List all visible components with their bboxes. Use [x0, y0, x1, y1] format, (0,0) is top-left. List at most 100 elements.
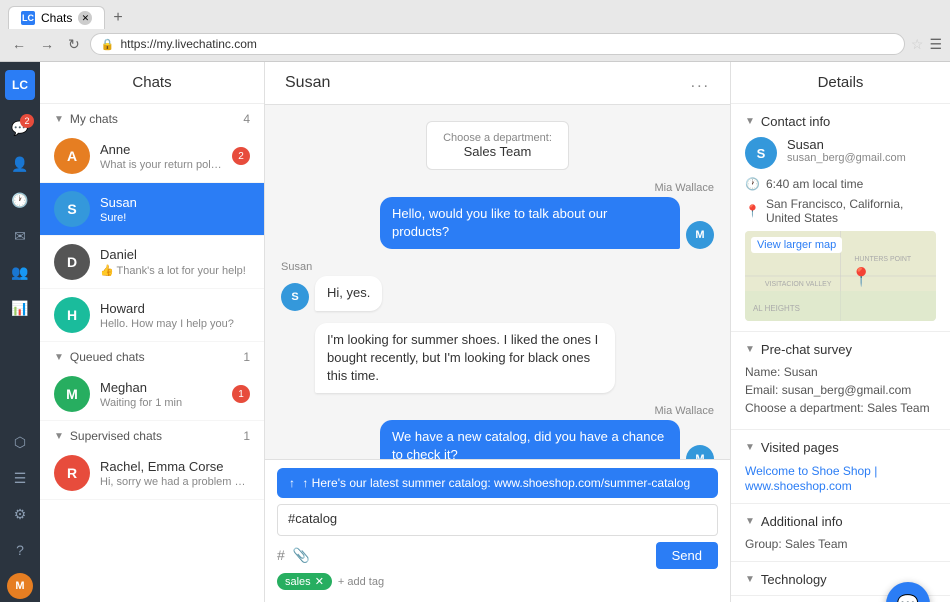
- back-button[interactable]: ←: [8, 34, 30, 54]
- url-text: https://my.livechatinc.com: [120, 37, 257, 51]
- additional-info-title: Additional info: [761, 514, 843, 529]
- msg-bubble-wrap-3: I'm looking for summer shoes. I liked th…: [281, 323, 615, 394]
- details-panel: Details ▼ Contact info S Susan susan_ber…: [730, 62, 950, 602]
- contact-info-section: ▼ Contact info S Susan susan_berg@gmail.…: [731, 104, 950, 332]
- supervised-chats-chevron: ▼: [54, 431, 64, 442]
- supervised-chats-count: 1: [243, 429, 250, 443]
- chat-preview-susan: Sure!: [100, 212, 250, 224]
- message-3: I'm looking for summer shoes. I liked th…: [281, 323, 714, 394]
- contact-name-email: Susan susan_berg@gmail.com: [787, 137, 906, 164]
- bookmark-button[interactable]: ☆: [911, 36, 924, 53]
- sidebar-icon-messages[interactable]: ✉: [4, 220, 36, 252]
- tag-label: sales: [285, 576, 311, 588]
- chat-info-daniel: Daniel 👍 Thank's a lot for your help!: [100, 247, 250, 277]
- url-bar[interactable]: 🔒 https://my.livechatinc.com: [90, 33, 905, 55]
- my-chats-label: My chats: [70, 112, 118, 126]
- sidebar-icon-contacts[interactable]: 👤: [4, 148, 36, 180]
- chat-item-meghan[interactable]: M Meghan Waiting for 1 min 1: [40, 368, 264, 421]
- chat-name-susan: Susan: [100, 195, 250, 210]
- contact-info-header[interactable]: ▼ Contact info: [731, 104, 950, 137]
- sidebar-icon-settings[interactable]: ⚙: [4, 498, 36, 530]
- presurvey-email-val: susan_berg@gmail.com: [782, 383, 912, 397]
- map-pin-icon: 📍: [850, 267, 872, 288]
- refresh-button[interactable]: ↻: [64, 34, 84, 55]
- sidebar-icon-visitors[interactable]: 👥: [4, 256, 36, 288]
- department-box: Choose a department: Sales Team: [426, 121, 569, 170]
- sidebar-icon-history[interactable]: 🕐: [4, 184, 36, 216]
- chat-item-daniel[interactable]: D Daniel 👍 Thank's a lot for your help!: [40, 236, 264, 289]
- presurvey-name-val: Susan: [784, 365, 818, 379]
- chat-item-susan[interactable]: S Susan Sure!: [40, 183, 264, 236]
- chat-input-field[interactable]: #catalog: [277, 504, 718, 536]
- app-logo: LC: [5, 70, 35, 100]
- chat-header-name: Susan: [285, 74, 330, 92]
- chat-messages: Choose a department: Sales Team Mia Wall…: [265, 105, 730, 459]
- dept-label: Choose a department:: [443, 132, 552, 144]
- pre-chat-survey-content: Name: Susan Email: susan_berg@gmail.com …: [731, 365, 950, 429]
- input-icons: # 📎: [277, 547, 310, 564]
- msg-bubble-4: We have a new catalog, did you have a ch…: [380, 420, 680, 459]
- chat-list-header: Chats: [40, 62, 264, 104]
- new-tab-button[interactable]: +: [109, 9, 126, 27]
- avatar-rachel: R: [54, 455, 90, 491]
- sidebar-icon-avatar[interactable]: M: [4, 570, 36, 602]
- contact-time-row: 🕐 6:40 am local time: [745, 177, 936, 191]
- sidebar-icon-chats[interactable]: 💬 2: [4, 112, 36, 144]
- tab-bar: LC Chats ✕ +: [0, 0, 950, 29]
- queued-chats-chevron: ▼: [54, 352, 64, 363]
- contact-email: susan_berg@gmail.com: [787, 152, 906, 164]
- chat-item-rachel[interactable]: R Rachel, Emma Corse Hi, sorry we had a …: [40, 447, 264, 500]
- msg-avatar-1: M: [686, 221, 714, 249]
- sidebar-icon-menu[interactable]: ☰: [4, 462, 36, 494]
- contact-info-chevron: ▼: [745, 116, 755, 127]
- presurvey-dept-val: Sales Team: [867, 401, 929, 415]
- browser-menu-button[interactable]: ☰: [929, 36, 942, 53]
- chat-preview-rachel: Hi, sorry we had a problem with the ...: [100, 476, 250, 488]
- queued-chats-label-row: ▼ Queued chats: [54, 350, 145, 364]
- chat-info-howard: Howard Hello. How may I help you?: [100, 301, 250, 330]
- browser-tab[interactable]: LC Chats ✕: [8, 6, 105, 29]
- svg-text:VISITACION VALLEY: VISITACION VALLEY: [765, 281, 832, 288]
- tab-close-button[interactable]: ✕: [78, 11, 92, 25]
- chat-item-howard[interactable]: H Howard Hello. How may I help you?: [40, 289, 264, 342]
- visited-page-link[interactable]: Welcome to Shoe Shop | www.shoeshop.com: [745, 464, 877, 493]
- contact-location-row: 📍 San Francisco, California, United Stat…: [745, 197, 936, 225]
- tag-close-button[interactable]: ✕: [315, 575, 324, 588]
- additional-info-header[interactable]: ▼ Additional info: [731, 504, 950, 537]
- contact-name: Susan: [787, 137, 906, 152]
- chat-header-more-button[interactable]: ...: [691, 74, 710, 92]
- additional-group-val: Sales Team: [785, 537, 847, 551]
- svg-text:HUNTERS POINT: HUNTERS POINT: [854, 256, 912, 263]
- chat-name-daniel: Daniel: [100, 247, 250, 262]
- pre-chat-survey-header[interactable]: ▼ Pre-chat survey: [731, 332, 950, 365]
- sidebar-icon-reports[interactable]: 📊: [4, 292, 36, 324]
- details-header: Details: [731, 62, 950, 104]
- msg-bubble-2: Hi, yes.: [315, 276, 382, 310]
- send-button[interactable]: Send: [656, 542, 718, 569]
- tag-sales[interactable]: sales ✕: [277, 573, 332, 590]
- suggestion-arrow-icon: ↑: [289, 476, 295, 490]
- chat-name-anne: Anne: [100, 142, 222, 157]
- input-row: # 📎 Send: [277, 542, 718, 569]
- msg-bubble-3: I'm looking for summer shoes. I liked th…: [315, 323, 615, 394]
- sidebar-icon-apps[interactable]: ⬡: [4, 426, 36, 458]
- technology-chevron: ▼: [745, 574, 755, 585]
- clock-icon: 🕐: [745, 177, 760, 191]
- forward-button[interactable]: →: [36, 34, 58, 54]
- attachment-icon[interactable]: 📎: [293, 547, 310, 564]
- queued-chats-label: Queued chats: [70, 350, 145, 364]
- chat-info-meghan: Meghan Waiting for 1 min: [100, 380, 222, 409]
- map-placeholder: View larger map 📍 AL HEIGHTS HUNTERS POI…: [745, 231, 936, 321]
- supervised-chats-section-header[interactable]: ▼ Supervised chats 1: [40, 421, 264, 447]
- hash-icon[interactable]: #: [277, 547, 285, 564]
- queued-chats-count: 1: [243, 350, 250, 364]
- chat-item-anne[interactable]: A Anne What is your return policy? 2: [40, 130, 264, 183]
- msg-avatar-2: S: [281, 283, 309, 311]
- presurvey-email-row: Email: susan_berg@gmail.com: [745, 383, 936, 397]
- queued-chats-section-header[interactable]: ▼ Queued chats 1: [40, 342, 264, 368]
- map-link[interactable]: View larger map: [751, 237, 842, 253]
- my-chats-section-header[interactable]: ▼ My chats 4: [40, 104, 264, 130]
- visited-pages-header[interactable]: ▼ Visited pages: [731, 430, 950, 463]
- add-tag-button[interactable]: + add tag: [338, 576, 384, 588]
- sidebar-icon-help[interactable]: ?: [4, 534, 36, 566]
